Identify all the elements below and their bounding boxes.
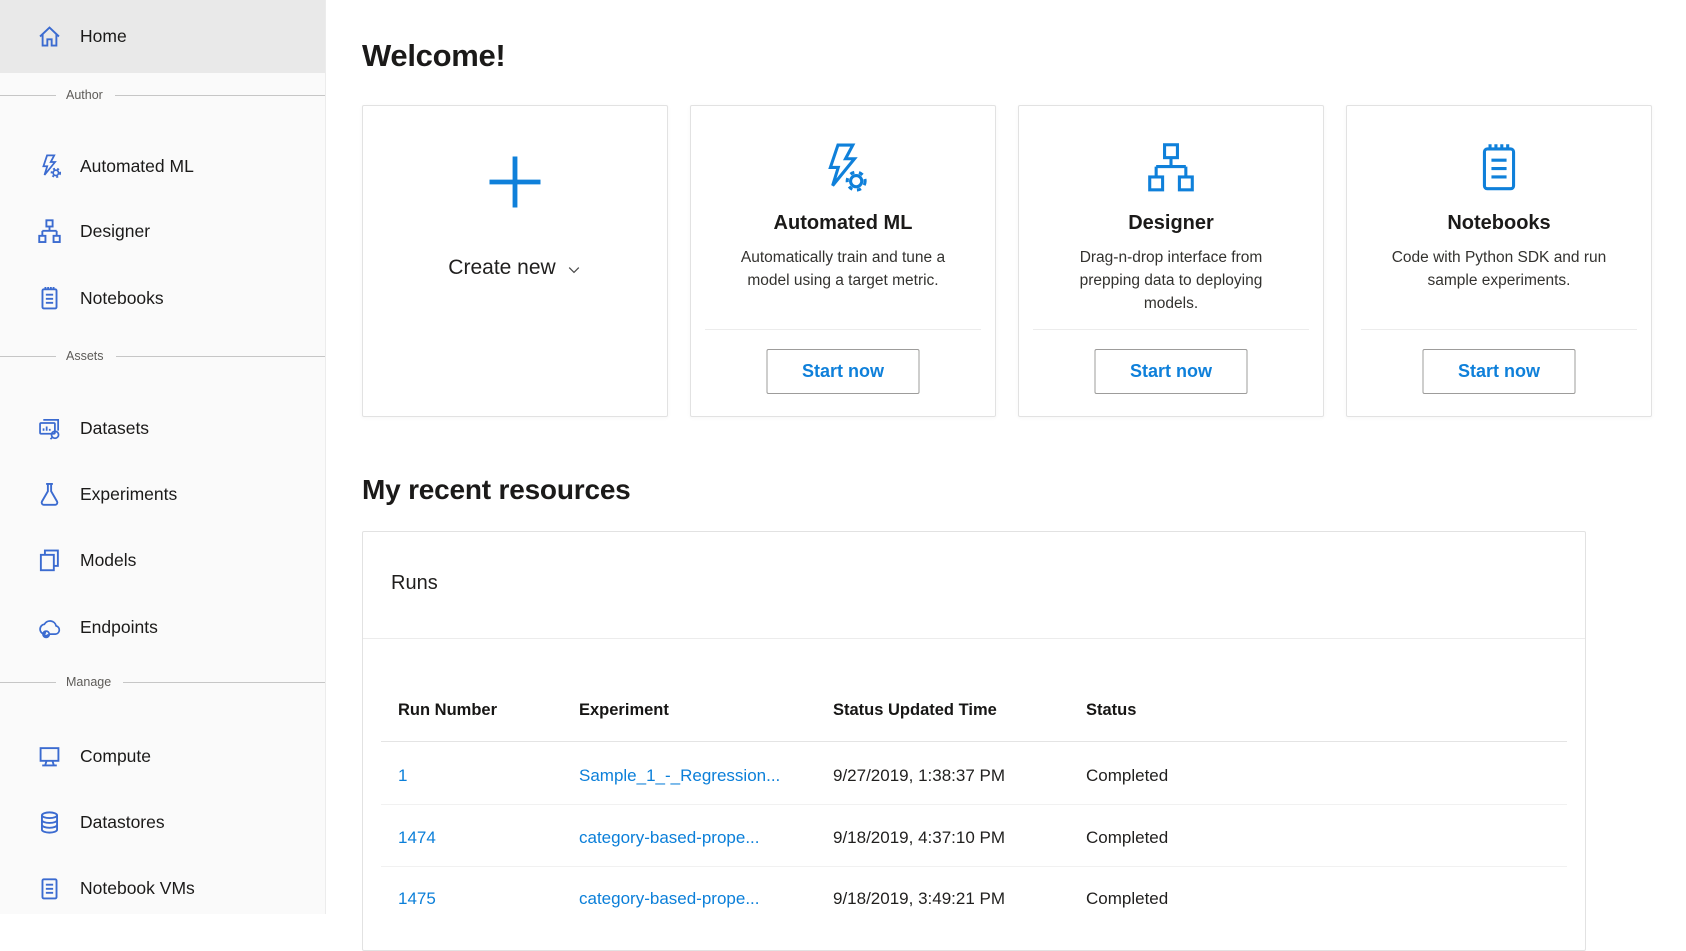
page-title: Welcome! [362,38,505,74]
sidebar-item-label: Notebook VMs [80,878,195,899]
designer-card: Designer Drag-n-drop interface from prep… [1018,105,1324,417]
sidebar-item-models[interactable]: Models [0,528,325,592]
sidebar-item-notebook-vms[interactable]: Notebook VMs [0,856,325,920]
experiment-link[interactable]: Sample_1_-_Regression... [579,766,780,786]
divider [363,638,1585,639]
sidebar-item-label: Datasets [80,418,149,439]
card-title: Automated ML [774,212,913,235]
divider [123,682,325,683]
section-label: Assets [56,349,116,363]
experiments-icon [36,481,63,508]
sidebar-section-manage: Manage [0,674,325,690]
status-updated-time: 9/18/2019, 4:37:10 PM [833,828,1005,848]
sidebar-item-label: Automated ML [80,156,194,177]
sidebar-item-designer[interactable]: Designer [0,199,325,263]
column-header-run-number: Run Number [398,701,497,720]
status-value: Completed [1086,766,1168,786]
run-number-link[interactable]: 1474 [398,828,436,848]
sidebar-item-label: Models [80,550,136,571]
chevron-down-icon [566,262,582,278]
table-row: 1475 category-based-prope... 9/18/2019, … [363,889,1585,913]
recent-resources-heading: My recent resources [362,474,631,506]
status-value: Completed [1086,889,1168,909]
experiment-link[interactable]: category-based-prope... [579,889,760,909]
runs-panel: Runs Run Number Experiment Status Update… [362,531,1586,951]
sidebar-item-experiments[interactable]: Experiments [0,462,325,526]
section-label: Author [56,88,115,102]
sidebar-section-assets: Assets [0,348,325,364]
divider [0,682,56,683]
section-label: Manage [56,675,123,689]
datasets-icon [36,415,63,442]
divider [705,329,981,330]
models-icon [36,547,63,574]
sidebar-item-datasets[interactable]: Datasets [0,396,325,460]
automated-ml-card: Automated ML Automatically train and tun… [690,105,996,417]
create-new-card[interactable]: Create new [362,105,668,417]
divider [0,95,56,96]
automated-ml-icon [815,140,871,198]
run-number-link[interactable]: 1475 [398,889,436,909]
sidebar-item-label: Datastores [80,812,165,833]
column-header-status: Status [1086,701,1136,720]
sidebar-item-automated-ml[interactable]: Automated ML [0,134,325,198]
quick-start-cards: Create new Automated ML Automatically tr… [362,105,1652,417]
card-description: Automatically train and tune a model usi… [726,246,960,292]
sidebar-item-label: Endpoints [80,617,158,638]
sidebar-item-label: Designer [80,221,150,242]
sidebar-item-label: Experiments [80,484,177,505]
home-icon [36,23,63,50]
card-description: Code with Python SDK and run sample expe… [1382,246,1616,292]
designer-icon [36,218,63,245]
datastores-icon [36,809,63,836]
start-now-button-designer[interactable]: Start now [1095,349,1248,394]
divider [115,95,325,96]
sidebar-item-endpoints[interactable]: Endpoints [0,595,325,659]
plus-icon [481,148,549,216]
notebooks-icon [36,285,63,312]
status-updated-time: 9/27/2019, 1:38:37 PM [833,766,1005,786]
run-number-link[interactable]: 1 [398,766,407,786]
divider [1361,329,1637,330]
divider [381,741,1567,742]
sidebar-item-compute[interactable]: Compute [0,724,325,788]
divider [1033,329,1309,330]
sidebar-item-home[interactable]: Home [0,0,325,73]
sidebar-item-label: Home [80,26,127,47]
main-content: Welcome! Create new [326,0,1686,914]
card-title: Notebooks [1447,212,1550,235]
notebooks-icon [1471,140,1527,198]
sidebar-item-label: Compute [80,746,151,767]
compute-icon [36,743,63,770]
notebooks-card: Notebooks Code with Python SDK and run s… [1346,105,1652,417]
create-new-label: Create new [448,256,555,280]
column-header-status-updated-time: Status Updated Time [833,701,997,720]
experiment-link[interactable]: category-based-prope... [579,828,760,848]
runs-panel-title: Runs [391,572,438,595]
start-now-button-automated-ml[interactable]: Start now [767,349,920,394]
table-header-row: Run Number Experiment Status Updated Tim… [363,701,1585,725]
divider [381,866,1567,867]
divider [381,804,1567,805]
notebook-vms-icon [36,875,63,902]
status-value: Completed [1086,828,1168,848]
divider [0,356,56,357]
divider [116,356,325,357]
start-now-button-notebooks[interactable]: Start now [1423,349,1576,394]
endpoints-icon [36,614,63,641]
card-title: Designer [1128,212,1214,235]
sidebar-item-label: Notebooks [80,288,164,309]
status-updated-time: 9/18/2019, 3:49:21 PM [833,889,1005,909]
designer-icon [1143,140,1199,198]
sidebar-item-datastores[interactable]: Datastores [0,790,325,854]
automated-ml-icon [36,153,63,180]
table-row: 1 Sample_1_-_Regression... 9/27/2019, 1:… [363,766,1585,790]
card-description: Drag-n-drop interface from prepping data… [1054,246,1288,315]
sidebar-item-notebooks[interactable]: Notebooks [0,266,325,330]
sidebar-section-author: Author [0,87,325,103]
table-row: 1474 category-based-prope... 9/18/2019, … [363,828,1585,852]
column-header-experiment: Experiment [579,701,669,720]
sidebar: Home Author Automated ML Designer [0,0,326,914]
